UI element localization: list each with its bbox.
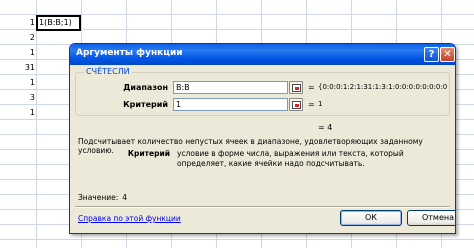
function-arguments-dialog: Аргументы функции ? ✕ СЧЁТЕСЛИ Диапазон …	[69, 43, 456, 234]
cell-value[interactable]: 3	[0, 90, 36, 105]
criteria-equals: =	[308, 100, 315, 109]
dialog-titlebar[interactable]: Аргументы функции ? ✕	[70, 44, 455, 65]
cell-value[interactable]: 2	[0, 30, 36, 45]
value-row: Значение: 4	[78, 193, 127, 202]
function-name: СЧЁТЕСЛИ	[84, 67, 132, 76]
collapse-dialog-icon	[292, 101, 301, 109]
collapse-dialog-icon	[292, 84, 301, 92]
close-button[interactable]: ✕	[440, 47, 455, 62]
dialog-title: Аргументы функции	[76, 48, 183, 58]
cell-value[interactable]: 1	[0, 45, 36, 60]
cell-value[interactable]: 31	[0, 60, 36, 75]
range-result: {0:0:0:1:2:1:31:1:3:1:0:0:0:0:0:0:0:0	[318, 83, 448, 91]
criteria-result: 1	[318, 100, 323, 108]
range-collapse-button[interactable]	[289, 81, 303, 94]
value-result: 4	[122, 193, 128, 202]
active-cell-formula[interactable]: 1(B:B;1)	[36, 15, 81, 31]
help-button[interactable]: ?	[424, 47, 439, 62]
formula-result: = 4	[318, 123, 333, 132]
cell-value[interactable]: 1	[0, 75, 36, 90]
criteria-label: Критерий	[123, 100, 168, 109]
help-link[interactable]: Справка по этой функции	[78, 214, 181, 223]
ok-button[interactable]: ОК	[340, 210, 402, 226]
range-input[interactable]: B:B	[173, 81, 288, 94]
function-group: СЧЁТЕСЛИ Диапазон B:B = {0:0:0:1:2:1:31:…	[75, 67, 450, 116]
param-description: условие в форме числа, выражения или тек…	[177, 149, 404, 168]
cell-value[interactable]: 1	[0, 105, 36, 120]
divider	[75, 206, 450, 208]
param-name: Критерий	[127, 149, 170, 158]
grid-column-line	[36, 0, 37, 248]
range-label: Диапазон	[123, 83, 168, 92]
cell-value[interactable]: 1	[0, 15, 36, 30]
cancel-button[interactable]: Отмена	[407, 210, 455, 226]
value-label: Значение:	[78, 193, 119, 202]
grid-row	[0, 0, 474, 15]
range-equals: =	[308, 83, 315, 92]
criteria-input[interactable]: 1	[173, 98, 288, 111]
criteria-collapse-button[interactable]	[289, 98, 303, 111]
